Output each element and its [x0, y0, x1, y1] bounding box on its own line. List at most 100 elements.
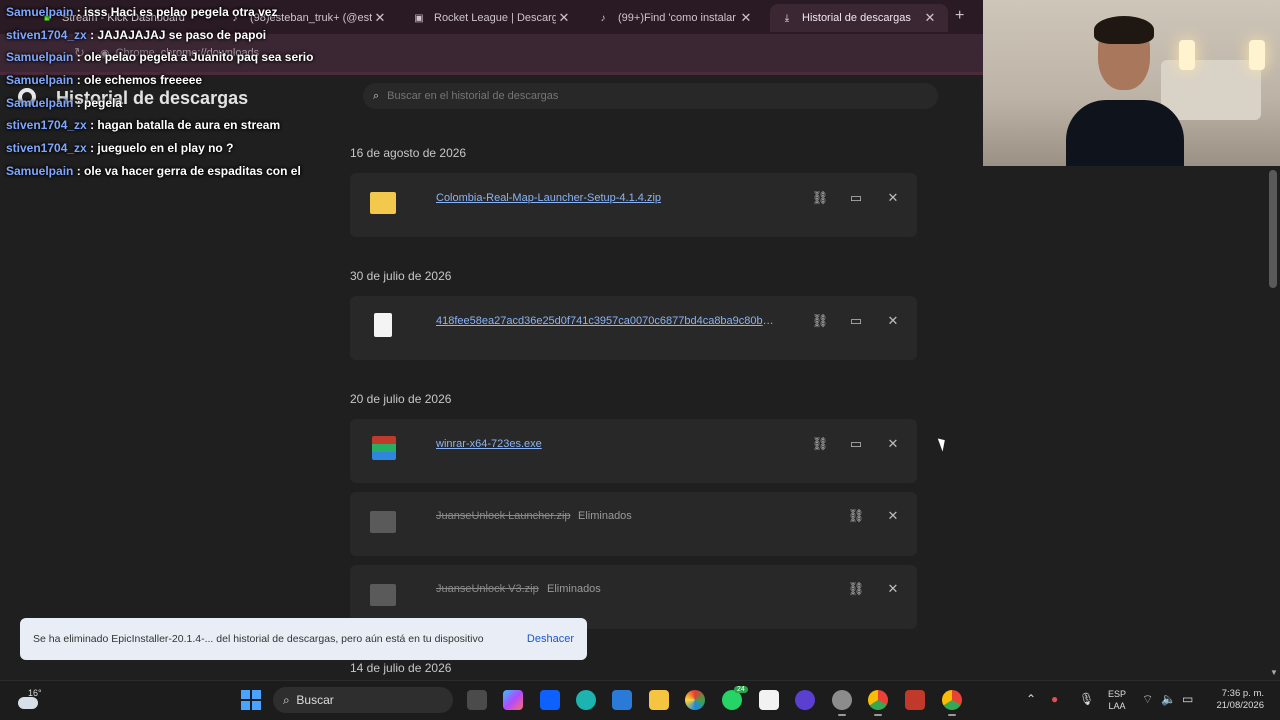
chat-message: Samuelpain : ole echemos freeeee	[6, 73, 336, 96]
copy-link-icon[interactable]: ⛓	[847, 581, 865, 597]
file-link[interactable]: Colombia-Real-Map-Launcher-Setup-4.1.4.z…	[436, 192, 661, 204]
app-icon[interactable]	[685, 690, 705, 710]
wifi-icon[interactable]: ⌔	[1142, 692, 1153, 707]
zip-folder-icon	[370, 584, 396, 606]
microphone-icon[interactable]: 🎙	[1079, 692, 1094, 706]
chat-message: Samuelpain : isss Haci es pelao pegela o…	[6, 5, 336, 28]
copy-link-icon[interactable]: ⛓	[847, 508, 865, 524]
mouse-cursor	[937, 436, 949, 452]
tab-tiktok-search[interactable]: ♪ (99+)Find 'como instalar ep ✕	[586, 4, 764, 32]
chat-message: Samuelpain : ole pelao pegela a Juanito …	[6, 50, 336, 73]
close-icon[interactable]: ✕	[738, 10, 754, 26]
cloud-icon	[18, 697, 38, 709]
new-tab-button[interactable]: +	[955, 7, 964, 25]
show-in-folder-icon[interactable]: ▭	[847, 190, 865, 206]
chat-text: : ole echemos freeeee	[76, 73, 203, 88]
image-file-icon	[374, 313, 392, 337]
dropbox-icon[interactable]	[540, 690, 560, 710]
copy-link-icon[interactable]: ⛓	[811, 190, 829, 206]
tab-title: Historial de descargas	[802, 12, 911, 24]
task-view-icon[interactable]	[467, 690, 487, 710]
close-icon[interactable]: ✕	[372, 10, 388, 26]
chat-user: stiven1704_zx	[6, 118, 87, 133]
removed-toast: Se ha eliminado EpicInstaller-20.1.4-...…	[20, 618, 587, 660]
chat-user: Samuelpain	[6, 163, 74, 178]
store-icon[interactable]	[612, 690, 632, 710]
remove-icon[interactable]: ✕	[884, 313, 902, 329]
language-code: ESP	[1108, 689, 1127, 699]
chat-text: : hagan batalla de aura en stream	[90, 118, 281, 133]
copy-link-icon[interactable]: ⛓	[811, 436, 829, 452]
search-icon: ⌕	[283, 692, 290, 707]
app-icon[interactable]	[905, 690, 925, 710]
file-link[interactable]: 418fee58ea27acd36e25d0f741c3957ca0070c68…	[436, 315, 776, 327]
edge-icon[interactable]	[576, 690, 596, 710]
clock-date: 21/08/2026	[1216, 700, 1264, 711]
file-explorer-icon[interactable]	[649, 690, 669, 710]
webcam-headboard	[1161, 60, 1261, 120]
volume-icon[interactable]: 🔈	[1161, 692, 1176, 706]
remove-icon[interactable]: ✕	[884, 581, 902, 597]
chat-message: Samuelpain : pegela	[6, 96, 336, 119]
remove-icon[interactable]: ✕	[884, 436, 902, 452]
close-icon[interactable]: ✕	[556, 10, 572, 26]
show-in-folder-icon[interactable]: ▭	[847, 313, 865, 329]
remove-icon[interactable]: ✕	[884, 508, 902, 524]
start-button[interactable]	[241, 690, 261, 710]
language-indicator[interactable]: ESP LAA	[1108, 688, 1126, 712]
notification-badge: 24	[734, 686, 748, 693]
app-icon[interactable]	[795, 690, 815, 710]
capcut-icon[interactable]	[759, 690, 779, 710]
removed-status: Eliminados	[578, 510, 632, 522]
download-item: winrar-x64-723es.exe ⛓ ▭ ✕	[350, 419, 917, 483]
download-item: 418fee58ea27acd36e25d0f741c3957ca0070c68…	[350, 296, 917, 360]
streamer	[1066, 16, 1184, 166]
chat-message: stiven1704_zx : hagan batalla de aura en…	[6, 118, 336, 141]
date-heading: 16 de agosto de 2026	[350, 146, 467, 160]
tab-title: Rocket League | Descarga y	[434, 12, 556, 24]
zip-folder-icon	[370, 192, 396, 214]
chevron-up-icon[interactable]: ⌃	[1026, 692, 1036, 706]
file-name: JuanseUnlock Launcher.zip	[436, 510, 571, 522]
remove-icon[interactable]: ✕	[884, 190, 902, 206]
search-box[interactable]: ⌕	[363, 83, 938, 109]
page-scrollbar[interactable]	[1269, 170, 1277, 288]
clock[interactable]: 7:36 p. m. 21/08/2026	[1208, 688, 1264, 712]
tab-title: (99+)Find 'como instalar ep	[618, 12, 738, 24]
chat-user: stiven1704_zx	[6, 141, 87, 156]
download-icon: ⤓	[784, 12, 790, 24]
tray-app-icon[interactable]: ●	[1051, 692, 1058, 706]
date-heading: 30 de julio de 2026	[350, 269, 452, 283]
search-icon: ⌕	[373, 89, 380, 102]
chrome-icon[interactable]	[942, 690, 962, 716]
obs-icon[interactable]	[832, 690, 852, 716]
copy-link-icon[interactable]: ⛓	[811, 313, 829, 329]
chat-user: Samuelpain	[6, 73, 74, 88]
stream-chat-overlay: Samuelpain : isss Haci es pelao pegela o…	[6, 5, 336, 187]
chat-message: stiven1704_zx : JAJAJAJAJ se paso de pap…	[6, 28, 336, 51]
chat-message: Samuelpain : ole va hacer gerra de espad…	[6, 164, 336, 187]
webcam-lamp	[1249, 40, 1265, 70]
chat-text: : isss Haci es pelao pegela otra vez	[76, 5, 278, 19]
close-icon[interactable]: ✕	[922, 10, 938, 26]
show-in-folder-icon[interactable]: ▭	[847, 436, 865, 452]
file-link[interactable]: winrar-x64-723es.exe	[436, 438, 542, 450]
zip-folder-icon	[370, 511, 396, 533]
whatsapp-icon[interactable]	[722, 690, 742, 710]
date-heading: 20 de julio de 2026	[350, 392, 452, 406]
tab-rocket-league[interactable]: ▣ Rocket League | Descarga y ✕	[402, 4, 582, 32]
taskbar-search[interactable]: ⌕ Buscar	[273, 687, 453, 713]
chat-message: stiven1704_zx : jueguelo en el play no ?	[6, 141, 336, 164]
webcam-feed	[983, 0, 1280, 166]
chat-text: : ole pelao pegela a Juanito paq sea ser…	[76, 50, 314, 65]
scroll-down-icon[interactable]: ▼	[1270, 668, 1278, 677]
chat-user: stiven1704_zx	[6, 27, 87, 42]
tab-downloads[interactable]: ⤓ Historial de descargas ✕	[770, 4, 948, 32]
chrome-icon[interactable]	[868, 690, 888, 716]
undo-button[interactable]: Deshacer	[527, 633, 574, 645]
taskbar-search-label: Buscar	[296, 693, 334, 707]
search-input[interactable]	[387, 90, 908, 102]
chat-text: : JAJAJAJAJ se paso de papoi	[90, 27, 267, 42]
battery-icon[interactable]: ▭	[1182, 692, 1193, 706]
copilot-icon[interactable]	[503, 690, 523, 710]
